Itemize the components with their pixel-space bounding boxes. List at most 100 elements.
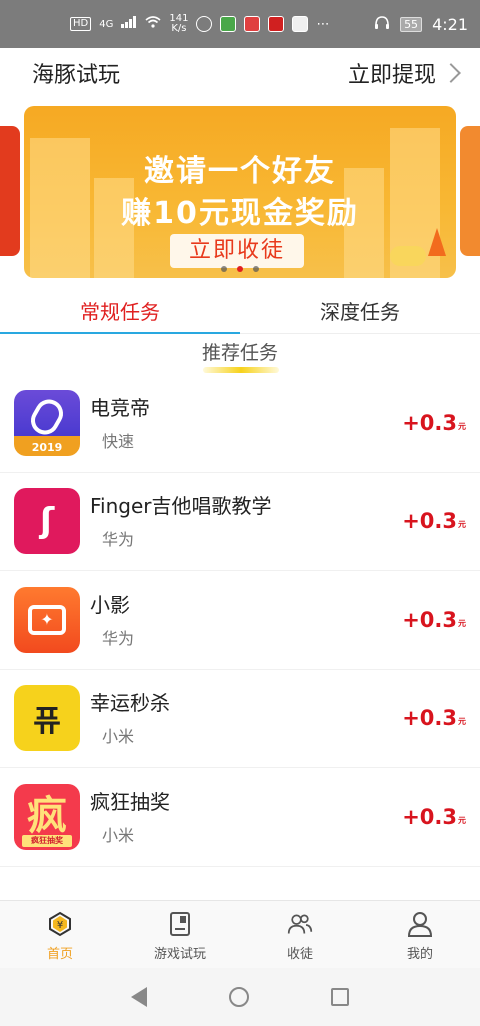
nav-profile-label: 我的 bbox=[406, 947, 433, 962]
reward-amount: +0.3 bbox=[402, 509, 457, 534]
headphones-icon bbox=[374, 15, 390, 34]
home-circle-icon[interactable] bbox=[229, 987, 249, 1007]
task-info: 小影 华为 bbox=[90, 591, 134, 649]
task-list: 2019 电竞帝 快速 +0.3 元 ʃ Finger吉他唱歌教学 华为 +0.… bbox=[0, 374, 480, 867]
task-source: 华为 bbox=[102, 628, 135, 648]
tab-deep-tasks[interactable]: 深度任务 bbox=[240, 290, 480, 333]
system-nav-bar bbox=[0, 968, 480, 1026]
task-reward: +0.3 元 bbox=[402, 509, 466, 533]
section-underline bbox=[203, 367, 279, 373]
task-info: 疯狂抽奖 小米 bbox=[90, 788, 170, 846]
app-title: 海豚试玩 bbox=[32, 63, 121, 88]
hd-indicator: HD bbox=[70, 17, 92, 31]
xingyun-app-icon: 퓨 bbox=[14, 685, 80, 752]
icon-sub-label: 疯狂抽奖 bbox=[22, 834, 72, 847]
reward-unit: 元 bbox=[458, 815, 466, 825]
banner-next-peek bbox=[460, 126, 480, 256]
task-info: 电竞帝 快速 bbox=[90, 394, 150, 452]
banner-carousel[interactable]: 邀请一个好友 赚10元现金奖励 立即收徒 bbox=[0, 98, 480, 288]
task-name: 疯狂抽奖 bbox=[90, 789, 170, 814]
reward-unit: 元 bbox=[458, 717, 466, 727]
recent-apps-icon[interactable] bbox=[331, 988, 349, 1006]
recruit-button[interactable]: 立即收徒 bbox=[170, 234, 304, 268]
home-icon: ¥ bbox=[49, 911, 71, 937]
wifi-icon bbox=[145, 16, 161, 32]
signal-icon bbox=[121, 16, 137, 32]
task-name: Finger吉他唱歌教学 bbox=[90, 494, 272, 519]
nav-home-label: 首页 bbox=[46, 947, 73, 962]
task-row[interactable]: 퓨 幸运秒杀 小米 +0.3 元 bbox=[0, 670, 480, 768]
icon-glyph: 퓨 bbox=[33, 704, 61, 740]
banner-headline: 邀请一个好友 bbox=[144, 154, 336, 189]
app-header: 海豚试玩 立即提现 bbox=[8, 48, 472, 98]
status-bar: HD 4G 141 K/s ⋯ 55 4:21 bbox=[0, 0, 480, 48]
icon-frame: ✦ bbox=[28, 604, 66, 635]
speed-unit: K/s bbox=[171, 23, 187, 34]
tab-regular-tasks[interactable]: 常规任务 bbox=[0, 290, 240, 334]
network-indicator: 4G bbox=[99, 18, 114, 30]
task-name: 幸运秒杀 bbox=[90, 691, 170, 716]
profile-icon bbox=[407, 912, 433, 937]
banner-subheadline: 赚10元现金奖励 bbox=[121, 196, 359, 231]
screen: HD 4G 141 K/s ⋯ 55 4:21 海豚试玩 立即提现 邀请一个好友… bbox=[0, 0, 480, 1026]
task-source: 快速 bbox=[102, 431, 135, 451]
reward-unit: 元 bbox=[458, 520, 466, 530]
more-icon: ⋯ bbox=[316, 16, 330, 32]
reward-amount: +0.3 bbox=[402, 607, 457, 632]
dianjingdi-app-icon: 2019 bbox=[14, 389, 80, 456]
task-tabs: 常规任务 深度任务 bbox=[0, 290, 480, 334]
nav-game-trial-label: 游戏试玩 bbox=[153, 947, 206, 962]
nav-home[interactable]: ¥ 首页 bbox=[0, 901, 120, 968]
reward-amount: +0.3 bbox=[402, 804, 457, 829]
icon-glyph: ʃ bbox=[39, 501, 55, 542]
tree-icon bbox=[428, 228, 446, 256]
icon-year-label: 2019 bbox=[31, 440, 63, 454]
withdraw-button[interactable]: 立即提现 bbox=[347, 57, 461, 89]
reward-amount: +0.3 bbox=[402, 410, 457, 435]
status-left: HD 4G 141 K/s ⋯ bbox=[70, 14, 329, 34]
nav-recruit[interactable]: 收徒 bbox=[240, 901, 360, 968]
task-source: 华为 bbox=[102, 530, 135, 550]
status-right: 55 4:21 bbox=[374, 15, 468, 34]
task-reward: +0.3 元 bbox=[402, 805, 466, 829]
banner-prev-peek bbox=[0, 126, 20, 256]
nav-recruit-label: 收徒 bbox=[286, 947, 313, 962]
game-icon bbox=[170, 912, 190, 936]
coins-icon bbox=[390, 246, 426, 266]
friends-icon bbox=[287, 914, 313, 934]
nav-game-trial[interactable]: 游戏试玩 bbox=[120, 901, 240, 968]
task-info: 幸运秒杀 小米 bbox=[90, 689, 170, 747]
carousel-dot[interactable] bbox=[221, 266, 227, 272]
xiaoying-app-icon: ✦ bbox=[14, 586, 80, 653]
notification-app-icon bbox=[268, 16, 285, 32]
task-source: 小米 bbox=[102, 727, 135, 747]
clock: 4:21 bbox=[432, 14, 468, 34]
notification-app-icon bbox=[220, 16, 237, 32]
reward-unit: 元 bbox=[458, 618, 466, 628]
icon-glyph: 疯 bbox=[27, 792, 67, 839]
carousel-dots bbox=[24, 266, 456, 272]
nav-profile[interactable]: 我的 bbox=[360, 901, 480, 968]
invite-banner[interactable]: 邀请一个好友 赚10元现金奖励 立即收徒 bbox=[24, 106, 456, 278]
task-row[interactable]: 疯 疯狂抽奖 疯狂抽奖 小米 +0.3 元 bbox=[0, 768, 480, 867]
finger-app-icon: ʃ bbox=[14, 488, 80, 555]
battery-icon: 55 bbox=[400, 16, 423, 32]
carousel-dot[interactable] bbox=[253, 266, 259, 272]
task-row[interactable]: ʃ Finger吉他唱歌教学 华为 +0.3 元 bbox=[0, 473, 480, 571]
task-name: 电竞帝 bbox=[90, 395, 150, 420]
task-reward: +0.3 元 bbox=[402, 706, 466, 730]
task-info: Finger吉他唱歌教学 华为 bbox=[90, 492, 272, 550]
withdraw-label: 立即提现 bbox=[347, 63, 436, 88]
icon-shape bbox=[25, 394, 69, 440]
task-reward: +0.3 元 bbox=[402, 608, 466, 632]
bottom-nav: ¥ 首页 游戏试玩 收徒 我的 bbox=[0, 900, 480, 968]
fengkuang-app-icon: 疯 疯狂抽奖 bbox=[14, 783, 80, 850]
task-row[interactable]: 2019 电竞帝 快速 +0.3 元 bbox=[0, 374, 480, 473]
reward-unit: 元 bbox=[458, 421, 466, 431]
back-icon[interactable] bbox=[131, 987, 147, 1007]
icon-glyph: ✦ bbox=[40, 610, 54, 630]
network-speed: 141 K/s bbox=[169, 14, 188, 34]
task-name: 小影 bbox=[90, 592, 130, 617]
task-row[interactable]: ✦ 小影 华为 +0.3 元 bbox=[0, 571, 480, 670]
carousel-dot-active[interactable] bbox=[237, 266, 243, 272]
